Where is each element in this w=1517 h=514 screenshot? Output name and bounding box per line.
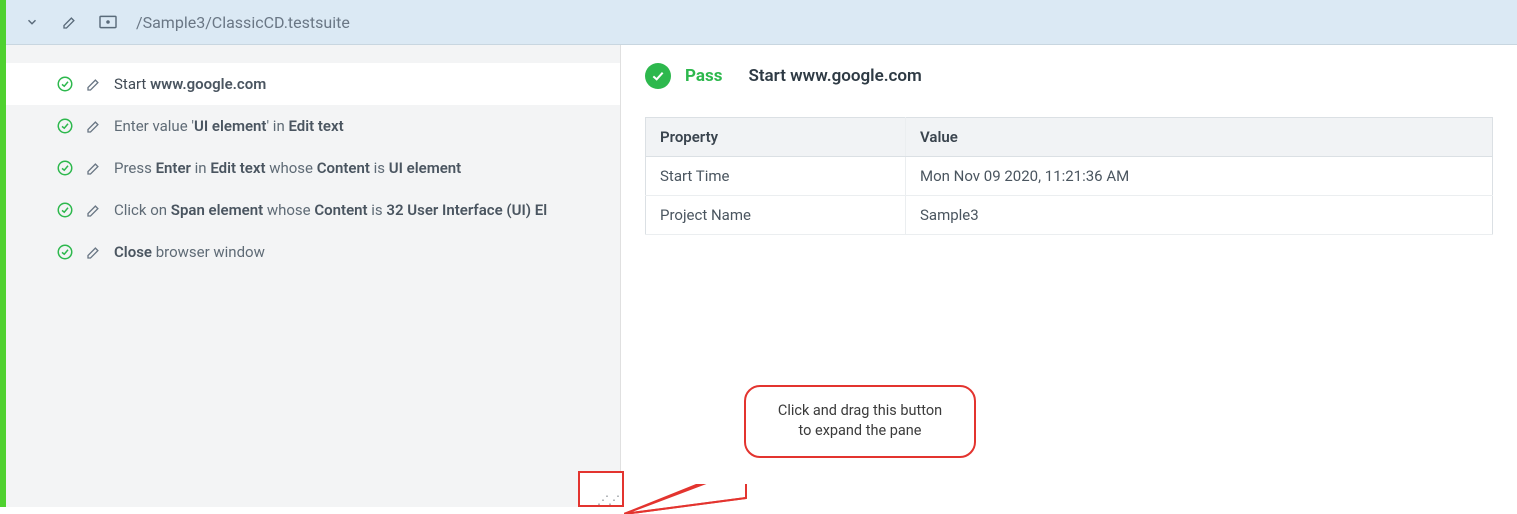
pencil-icon[interactable] — [86, 76, 102, 92]
breadcrumb-path: /Sample3/ClassicCD.testsuite — [136, 13, 350, 32]
pencil-icon[interactable] — [86, 202, 102, 218]
step-row[interactable]: Start www.google.com — [6, 63, 620, 105]
media-icon[interactable] — [98, 12, 118, 32]
callout-tooltip: Click and drag this button to expand the… — [744, 385, 976, 458]
detail-title: Start www.google.com — [748, 66, 921, 86]
callout-line1: Click and drag this button — [752, 401, 968, 421]
step-label: Start www.google.com — [114, 75, 266, 93]
steps-pane: Start www.google.com Enter value 'UI ele… — [6, 45, 621, 507]
table-row: Start Time Mon Nov 09 2020, 11:21:36 AM — [646, 157, 1493, 196]
check-circle-icon — [56, 75, 74, 93]
edit-icon[interactable] — [60, 12, 80, 32]
check-circle-icon — [56, 159, 74, 177]
callout-pointer — [624, 484, 754, 514]
step-row[interactable]: Close browser window — [6, 231, 620, 273]
table-row: Project Name Sample3 — [646, 196, 1493, 235]
resize-grip-icon[interactable]: ⋰⋰ — [597, 496, 619, 504]
prop-name: Start Time — [646, 157, 906, 196]
step-list: Start www.google.com Enter value 'UI ele… — [6, 63, 620, 273]
step-row[interactable]: Press Enter in Edit text whose Content i… — [6, 147, 620, 189]
step-label: Close browser window — [114, 243, 265, 261]
pencil-icon[interactable] — [86, 118, 102, 134]
pencil-icon[interactable] — [86, 160, 102, 176]
status-check-icon — [645, 63, 671, 89]
col-header-property: Property — [646, 118, 906, 157]
step-label: Press Enter in Edit text whose Content i… — [114, 159, 461, 177]
detail-header: Pass Start www.google.com — [645, 63, 1493, 89]
chevron-down-icon[interactable] — [22, 12, 42, 32]
resize-handle-highlight[interactable]: ⋰⋰ — [578, 471, 624, 507]
check-circle-icon — [56, 201, 74, 219]
check-circle-icon — [56, 117, 74, 135]
step-row[interactable]: Click on Span element whose Content is 3… — [6, 189, 620, 231]
pencil-icon[interactable] — [86, 244, 102, 260]
step-label: Enter value 'UI element' in Edit text — [114, 117, 344, 135]
status-label: Pass — [685, 66, 722, 86]
prop-value: Mon Nov 09 2020, 11:21:36 AM — [906, 157, 1493, 196]
prop-name: Project Name — [646, 196, 906, 235]
header-bar: /Sample3/ClassicCD.testsuite — [6, 0, 1517, 45]
check-circle-icon — [56, 243, 74, 261]
col-header-value: Value — [906, 118, 1493, 157]
callout-line2: to expand the pane — [752, 421, 968, 441]
step-row[interactable]: Enter value 'UI element' in Edit text — [6, 105, 620, 147]
properties-table: Property Value Start Time Mon Nov 09 202… — [645, 117, 1493, 235]
step-label: Click on Span element whose Content is 3… — [114, 201, 547, 219]
prop-value: Sample3 — [906, 196, 1493, 235]
